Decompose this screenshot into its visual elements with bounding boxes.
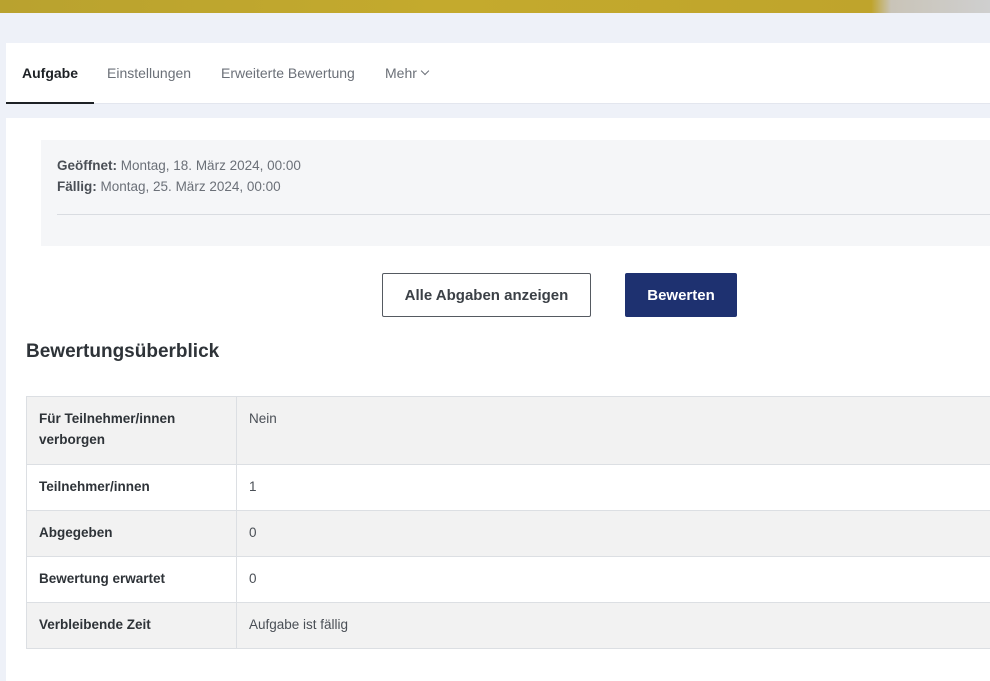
tab-mehr-label: Mehr [385,65,417,81]
tab-mehr[interactable]: Mehr [385,43,430,103]
grading-summary-table: Für Teilnehmer/innen verborgen Nein Teil… [26,396,990,649]
row-value: Nein [236,396,990,465]
table-row: Bewertung erwartet 0 [26,556,990,603]
table-row: Abgegeben 0 [26,510,990,557]
row-label: Bewertung erwartet [26,556,237,603]
chevron-down-icon [420,66,430,76]
divider [57,214,990,215]
opened-value: Montag, 18. März 2024, 00:00 [120,158,301,173]
secondary-navigation: Aufgabe Einstellungen Erweiterte Bewertu… [6,43,990,104]
tab-erweiterte-bewertung[interactable]: Erweiterte Bewertung [221,43,355,103]
row-label: Abgegeben [26,510,237,557]
row-value: 0 [236,556,990,603]
row-value: 1 [236,464,990,511]
row-label: Verbleibende Zeit [26,602,237,649]
tab-aufgabe[interactable]: Aufgabe [6,43,94,104]
due-label: Fällig: [57,179,97,194]
row-label: Teilnehmer/innen [26,464,237,511]
header-image [0,0,990,13]
grading-summary-title: Bewertungsüberblick [26,341,220,362]
row-value: 0 [236,510,990,557]
table-row: Teilnehmer/innen 1 [26,464,990,511]
row-label: Für Teilnehmer/innen verborgen [26,396,237,465]
row-value: Aufgabe ist fällig [236,602,990,649]
tab-einstellungen[interactable]: Einstellungen [107,43,191,103]
opened-date: Geöffnet: Montag, 18. März 2024, 00:00 [57,158,301,173]
due-value: Montag, 25. März 2024, 00:00 [100,179,281,194]
table-row: Verbleibende Zeit Aufgabe ist fällig [26,602,990,649]
view-all-submissions-button[interactable]: Alle Abgaben anzeigen [382,273,591,317]
due-date: Fällig: Montag, 25. März 2024, 00:00 [57,179,281,194]
table-row: Für Teilnehmer/innen verborgen Nein [26,396,990,465]
opened-label: Geöffnet: [57,158,117,173]
main-content: Geöffnet: Montag, 18. März 2024, 00:00 F… [6,118,990,681]
activity-dates: Geöffnet: Montag, 18. März 2024, 00:00 F… [41,140,990,246]
grade-button[interactable]: Bewerten [625,273,737,317]
